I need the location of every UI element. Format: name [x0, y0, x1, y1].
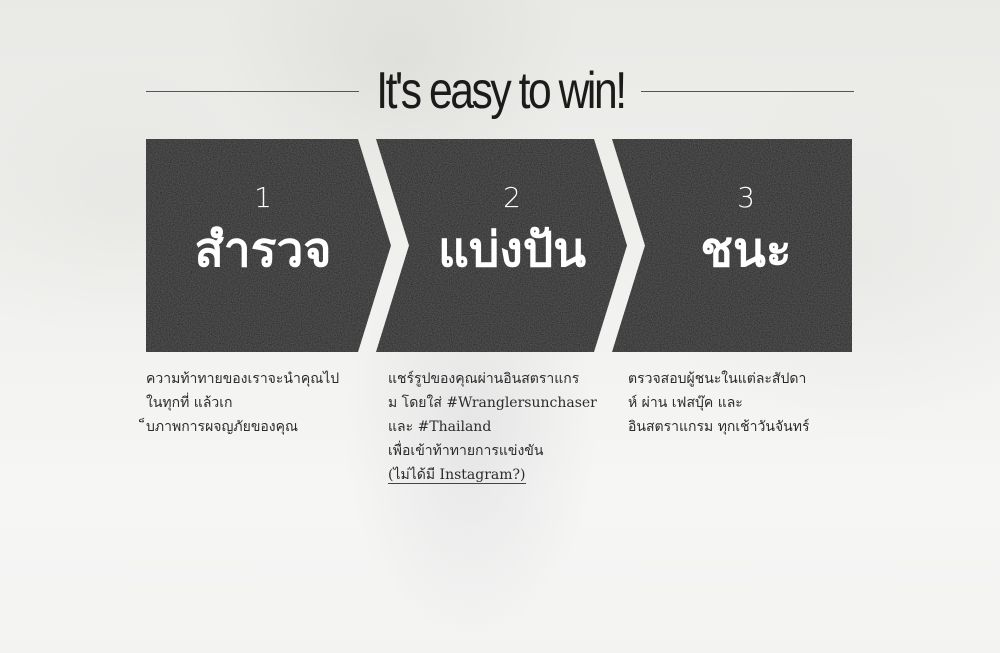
step-2-name: แบ่งปัน	[437, 222, 587, 278]
step-3-description-line: ห์ ผ่าน เฟสบุ๊ค และ	[628, 395, 743, 411]
step-3-description: ตรวจสอบผู้ชนะในแต่ละสัปดา ห์ ผ่าน เฟสบุ๊…	[628, 367, 853, 439]
step-3-number: 3	[737, 181, 755, 214]
step-2-link-line: (ไม่ได้มี Instagram?)	[388, 463, 613, 487]
step-3-name: ชนะ	[700, 222, 792, 278]
step-1-description-line: ความท้าทายของเราจะนำคุณไป	[146, 371, 340, 387]
step-2-description-line: ม โดยใส่ #Wranglersunchaser	[388, 395, 597, 411]
no-instagram-link[interactable]: (ไม่ได้มี Instagram?)	[388, 467, 526, 484]
step-2-description-line: แชร์รูปของคุณผ่านอินสตราแกร	[388, 371, 580, 387]
step-1-description: ความท้าทายของเราจะนำคุณไป ในทุกที่ แล้วเ…	[146, 367, 371, 439]
step-2-heading: 2 แบ่งปัน	[396, 181, 628, 278]
page-title: It's easy to win!	[375, 62, 627, 120]
step-3-description-line: ตรวจสอบผู้ชนะในแต่ละสัปดา	[628, 371, 807, 387]
step-3-description-line: อินสตราแกรม ทุกเช้าวันจันทร์	[628, 419, 810, 435]
step-1-name: สำรวจ	[194, 222, 332, 278]
step-2-description-line: เพื่อเข้าท้าทายการแข่งขัน	[388, 443, 544, 459]
step-1-number: 1	[254, 181, 272, 214]
title-row: It's easy to win!	[146, 58, 854, 124]
step-2-description-line: และ #Thailand	[388, 419, 492, 435]
step-1-heading: 1 สำรวจ	[146, 181, 380, 278]
step-2-description: แชร์รูปของคุณผ่านอินสตราแกร ม โดยใส่ #Wr…	[388, 367, 613, 487]
title-divider-right	[641, 90, 854, 92]
step-1-description-line: ในทุกที่ แล้วเก	[146, 395, 233, 411]
step-2-number: 2	[503, 181, 521, 214]
title-divider-left	[146, 90, 359, 92]
step-1-description-line: ็บภาพการผจญภัยของคุณ	[146, 419, 298, 435]
step-3-heading: 3 ชนะ	[646, 181, 846, 278]
